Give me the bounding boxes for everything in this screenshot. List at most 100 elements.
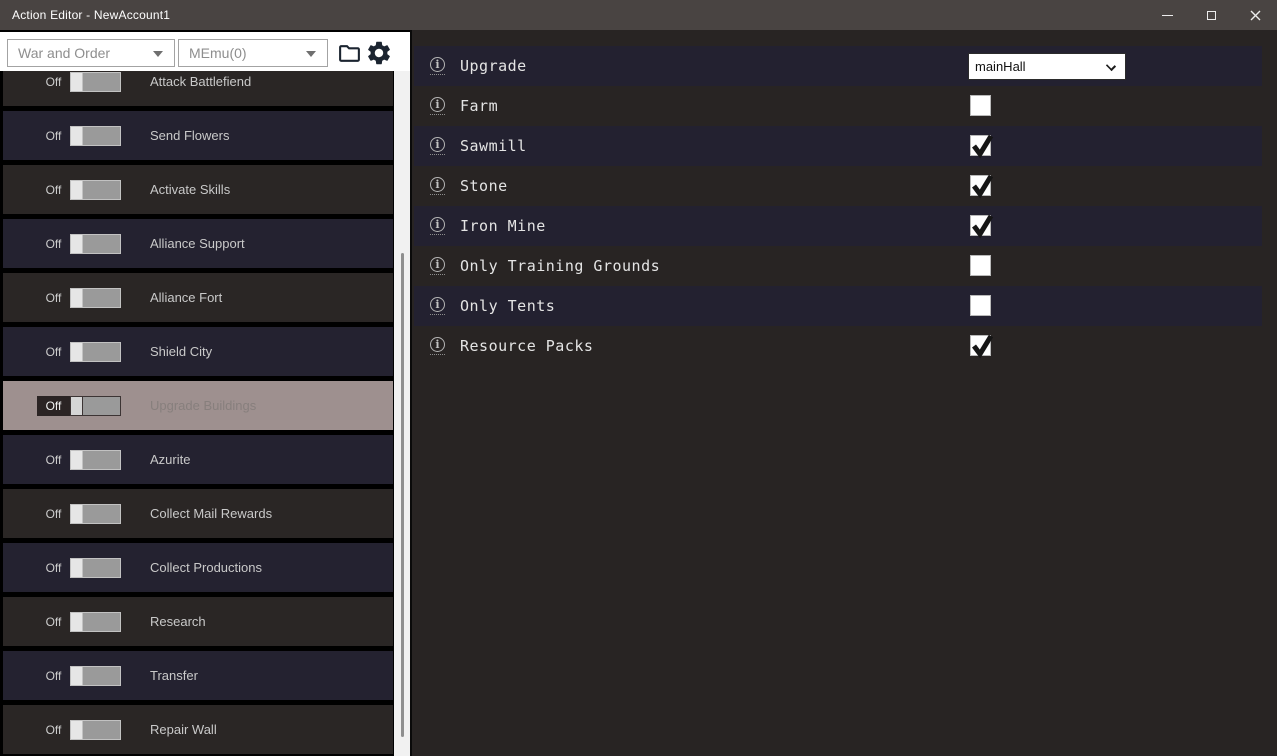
setting-row-upgrade: i Upgrade mainHall [414,46,1262,86]
setting-label: Farm [460,86,498,126]
close-button[interactable] [1233,0,1277,30]
toggle-switch[interactable] [70,288,121,308]
toggle-state-label: Off [37,288,70,308]
action-label: Alliance Fort [150,273,222,322]
action-item-azurite[interactable]: Off Azurite [3,435,393,484]
toggle-state-label: Off [37,558,70,578]
action-item-upgrade-buildings[interactable]: Off Upgrade Buildings [3,381,393,430]
only-tents-checkbox[interactable] [970,295,991,316]
settings-panel: i Upgrade mainHall i Farm i Sawmill i St… [410,30,1277,756]
toggle-knob [71,721,82,739]
checkmark-icon [970,334,993,357]
toggle-state-label: Off [37,612,70,632]
app-window: Action Editor - NewAccount1 Off Attack B… [0,0,1277,756]
info-icon: i [430,177,445,192]
toggle-knob [71,451,82,469]
toggle-fill [82,343,120,361]
setting-row-stone: i Stone [414,166,1262,206]
info-tooltip[interactable]: i [430,257,445,275]
setting-row-iron-mine: i Iron Mine [414,206,1262,246]
minimize-button[interactable] [1145,0,1189,30]
info-tooltip[interactable]: i [430,297,445,315]
toggle-fill [82,667,120,685]
info-tooltip[interactable]: i [430,217,445,235]
window-title: Action Editor - NewAccount1 [0,8,170,22]
action-list-panel: Off Attack Battlefiend Off Send Flowers … [0,30,410,756]
setting-row-only-training-grounds: i Only Training Grounds [414,246,1262,286]
info-tooltip[interactable]: i [430,177,445,195]
action-label: Activate Skills [150,165,230,214]
action-item-activate-skills[interactable]: Off Activate Skills [3,165,393,214]
setting-label: Stone [460,166,508,206]
toggle-state-label: Off [37,342,70,362]
toggle-fill [82,451,120,469]
toggle-switch[interactable] [70,720,121,740]
setting-label: Upgrade [460,46,527,86]
toggle-switch[interactable] [70,612,121,632]
toggle-switch[interactable] [70,342,121,362]
toggle-knob [71,343,82,361]
maximize-button[interactable] [1189,0,1233,30]
toggle-fill [82,127,120,145]
action-label: Alliance Support [150,219,245,268]
toggle-fill [82,73,120,91]
info-tooltip[interactable]: i [430,97,445,115]
scrollbar-track[interactable] [394,71,410,756]
toggle-switch[interactable] [70,72,121,92]
folder-icon [336,41,363,66]
action-item-collect-productions[interactable]: Off Collect Productions [3,543,393,592]
info-tooltip[interactable]: i [430,57,445,75]
toggle-knob [71,397,82,415]
action-label: Shield City [150,327,212,376]
setting-label: Resource Packs [460,326,593,366]
toggle-state-label: Off [37,72,70,92]
checkmark-icon [970,174,993,197]
open-folder-button[interactable] [335,40,363,66]
resource-packs-checkbox[interactable] [970,335,991,356]
action-item-shield-city[interactable]: Off Shield City [3,327,393,376]
emulator-select-value: MEmu(0) [189,45,247,61]
toggle-fill [82,559,120,577]
toggle-state-label: Off [37,126,70,146]
scrollbar-thumb[interactable] [401,253,404,737]
action-item-collect-mail-rewards[interactable]: Off Collect Mail Rewards [3,489,393,538]
toggle-switch[interactable] [70,666,121,686]
upgrade-select[interactable]: mainHall [968,53,1126,80]
info-tooltip[interactable]: i [430,137,445,155]
farm-checkbox[interactable] [970,95,991,116]
action-item-research[interactable]: Off Research [3,597,393,646]
toggle-switch[interactable] [70,180,121,200]
action-item-send-flowers[interactable]: Off Send Flowers [3,111,393,160]
toggle-fill [82,613,120,631]
toggle-switch[interactable] [70,126,121,146]
settings-button[interactable] [365,40,393,66]
maximize-icon [1207,11,1216,20]
toggle-switch[interactable] [70,234,121,254]
toggle-knob [71,667,82,685]
info-icon: i [430,297,445,312]
checkmark-icon [970,214,993,237]
toggle-knob [71,235,82,253]
toggle-switch[interactable] [70,558,121,578]
toggle-switch[interactable] [70,450,121,470]
action-item-alliance-support[interactable]: Off Alliance Support [3,219,393,268]
toggle-knob [71,127,82,145]
sawmill-checkbox[interactable] [970,135,991,156]
toggle-switch[interactable] [70,504,121,524]
iron-mine-checkbox[interactable] [970,215,991,236]
toggle-knob [71,559,82,577]
toggle-fill [82,721,120,739]
toggle-switch[interactable] [70,396,121,416]
action-list: Off Attack Battlefiend Off Send Flowers … [0,30,394,756]
only-training-grounds-checkbox[interactable] [970,255,991,276]
game-select[interactable]: War and Order [7,39,175,67]
action-item-transfer[interactable]: Off Transfer [3,651,393,700]
emulator-select[interactable]: MEmu(0) [178,39,328,67]
stone-checkbox[interactable] [970,175,991,196]
action-item-repair-wall[interactable]: Off Repair Wall [3,705,393,754]
setting-row-sawmill: i Sawmill [414,126,1262,166]
info-tooltip[interactable]: i [430,337,445,355]
action-label: Repair Wall [150,705,217,754]
info-icon: i [430,97,445,112]
action-item-alliance-fort[interactable]: Off Alliance Fort [3,273,393,322]
